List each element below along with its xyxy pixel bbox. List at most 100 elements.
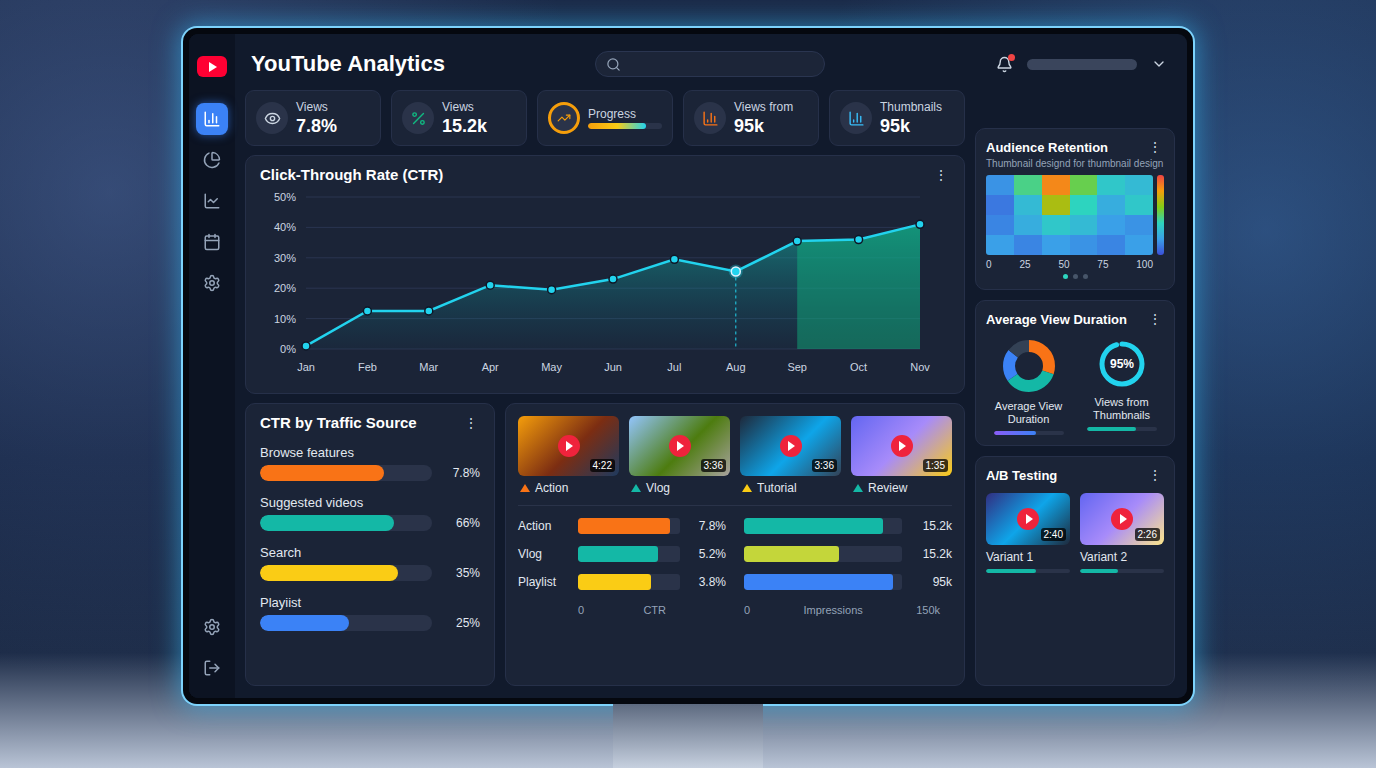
ring-value: 95% xyxy=(1109,357,1133,371)
card-title: CTR by Traffic Source xyxy=(260,414,417,431)
play-icon[interactable] xyxy=(780,435,802,457)
stat-label: Views xyxy=(296,100,370,114)
bar-track xyxy=(744,518,902,534)
sidebar-bottom xyxy=(196,611,228,684)
axis-label: 75 xyxy=(1097,259,1108,270)
retention-heatmap xyxy=(986,175,1153,255)
bar-chart-icon[interactable] xyxy=(203,110,221,128)
chart-point[interactable] xyxy=(731,267,740,276)
chart-point[interactable] xyxy=(548,286,556,294)
sidebar-item[interactable] xyxy=(196,652,228,684)
notifications-button[interactable] xyxy=(996,56,1013,73)
video-thumbnail[interactable]: 3:36 xyxy=(629,416,730,476)
more-menu-button[interactable]: ⋮ xyxy=(1146,139,1164,155)
video-thumbnail[interactable]: 1:35 xyxy=(851,416,952,476)
video-thumbnail[interactable]: 2:26 xyxy=(1080,493,1164,545)
analytics-screen: YouTube AnalyticsViews7.8%Views15.2kProg… xyxy=(189,34,1187,698)
chart-point[interactable] xyxy=(670,255,678,263)
sidebar xyxy=(189,34,235,698)
logout-icon[interactable] xyxy=(203,659,221,677)
search-field[interactable] xyxy=(595,51,825,77)
sidebar-item[interactable] xyxy=(196,103,228,135)
bar-value: 15.2k xyxy=(910,519,952,533)
variant-item[interactable]: 2:40Variant 1 xyxy=(986,493,1070,573)
chart-point[interactable] xyxy=(363,307,371,315)
play-icon[interactable] xyxy=(1111,508,1133,530)
play-icon[interactable] xyxy=(669,435,691,457)
gear-icon[interactable] xyxy=(203,274,221,292)
chart-point[interactable] xyxy=(609,275,617,283)
stat-card[interactable]: Progress xyxy=(537,90,673,146)
chart-point[interactable] xyxy=(486,281,494,289)
page-dot[interactable] xyxy=(1063,274,1068,279)
x-tick: May xyxy=(541,361,562,373)
more-menu-button[interactable]: ⋮ xyxy=(1146,311,1164,327)
video-label: Tutorial xyxy=(740,481,841,495)
video-item[interactable]: 1:35Review xyxy=(851,416,952,495)
heatmap-cell xyxy=(1042,235,1070,255)
chart-point[interactable] xyxy=(793,237,801,245)
sidebar-item[interactable] xyxy=(196,226,228,258)
chart-point[interactable] xyxy=(916,220,924,228)
bar-track xyxy=(578,546,680,562)
sidebar-item[interactable] xyxy=(196,185,228,217)
video-item[interactable]: 3:36 Tutorial xyxy=(740,416,841,495)
stat-card[interactable]: Views15.2k xyxy=(391,90,527,146)
chart-point[interactable] xyxy=(855,236,863,244)
heatmap-cell xyxy=(986,195,1014,215)
play-icon[interactable] xyxy=(891,435,913,457)
page-dot[interactable] xyxy=(1083,274,1088,279)
heatmap-axis: 0255075100 xyxy=(986,259,1164,270)
pie-chart-icon[interactable] xyxy=(203,151,221,169)
more-menu-button[interactable]: ⋮ xyxy=(932,167,950,183)
bar-fill xyxy=(994,431,1036,435)
trend-up-icon xyxy=(742,484,752,492)
trend-up-icon xyxy=(631,484,641,492)
gear-icon[interactable] xyxy=(203,618,221,636)
stat-icon-badge xyxy=(548,102,580,134)
more-menu-button[interactable]: ⋮ xyxy=(462,415,480,431)
y-tick: 50% xyxy=(274,191,296,203)
play-icon[interactable] xyxy=(1017,508,1039,530)
sidebar-item[interactable] xyxy=(196,144,228,176)
donut-segment xyxy=(1009,346,1049,386)
video-thumbnail[interactable]: 4:22 xyxy=(518,416,619,476)
video-thumbnail[interactable]: 2:40 xyxy=(986,493,1070,545)
search-icon xyxy=(606,57,621,72)
heatmap-cell xyxy=(1097,175,1125,195)
heatmap-cell xyxy=(986,235,1014,255)
monitor: YouTube AnalyticsViews7.8%Views15.2kProg… xyxy=(183,28,1193,704)
duration-badge: 3:36 xyxy=(701,459,726,472)
sidebar-item[interactable] xyxy=(196,611,228,643)
stat-card[interactable]: Views7.8% xyxy=(245,90,381,146)
calendar-icon[interactable] xyxy=(203,233,221,251)
chart-point[interactable] xyxy=(425,307,433,315)
youtube-logo-icon[interactable] xyxy=(197,56,227,77)
chevron-down-icon[interactable] xyxy=(1151,56,1167,72)
ctr-axis: 0CTR xyxy=(518,604,726,616)
video-item[interactable]: 3:36Vlog xyxy=(629,416,730,495)
sidebar-item[interactable] xyxy=(196,267,228,299)
video-thumbnail[interactable]: 3:36 xyxy=(740,416,841,476)
stat-value: 95k xyxy=(880,116,954,137)
page-dot[interactable] xyxy=(1073,274,1078,279)
user-menu[interactable] xyxy=(1027,59,1137,70)
variant-item[interactable]: 2:26Variant 2 xyxy=(1080,493,1164,573)
heatmap-cell xyxy=(1125,195,1153,215)
x-tick: Sep xyxy=(787,361,807,373)
bar-fill xyxy=(744,518,883,534)
bottom-row: CTR by Traffic Source⋮Browse features7.8… xyxy=(245,403,965,686)
more-menu-button[interactable]: ⋮ xyxy=(1146,467,1164,483)
chart-point[interactable] xyxy=(302,342,310,350)
traffic-source-row: Suggested videos66% xyxy=(260,495,480,531)
line-chart-icon[interactable] xyxy=(203,192,221,210)
stat-card[interactable]: Views from95k xyxy=(683,90,819,146)
stat-card[interactable]: Thumbnails 95k xyxy=(829,90,965,146)
source-label: Playiist xyxy=(260,595,480,610)
x-tick: Apr xyxy=(482,361,499,373)
stat-label: Thumbnails xyxy=(880,100,954,114)
donut-segment xyxy=(1009,346,1049,386)
source-value: 66% xyxy=(440,516,480,530)
video-item[interactable]: 4:22Action xyxy=(518,416,619,495)
play-icon[interactable] xyxy=(558,435,580,457)
